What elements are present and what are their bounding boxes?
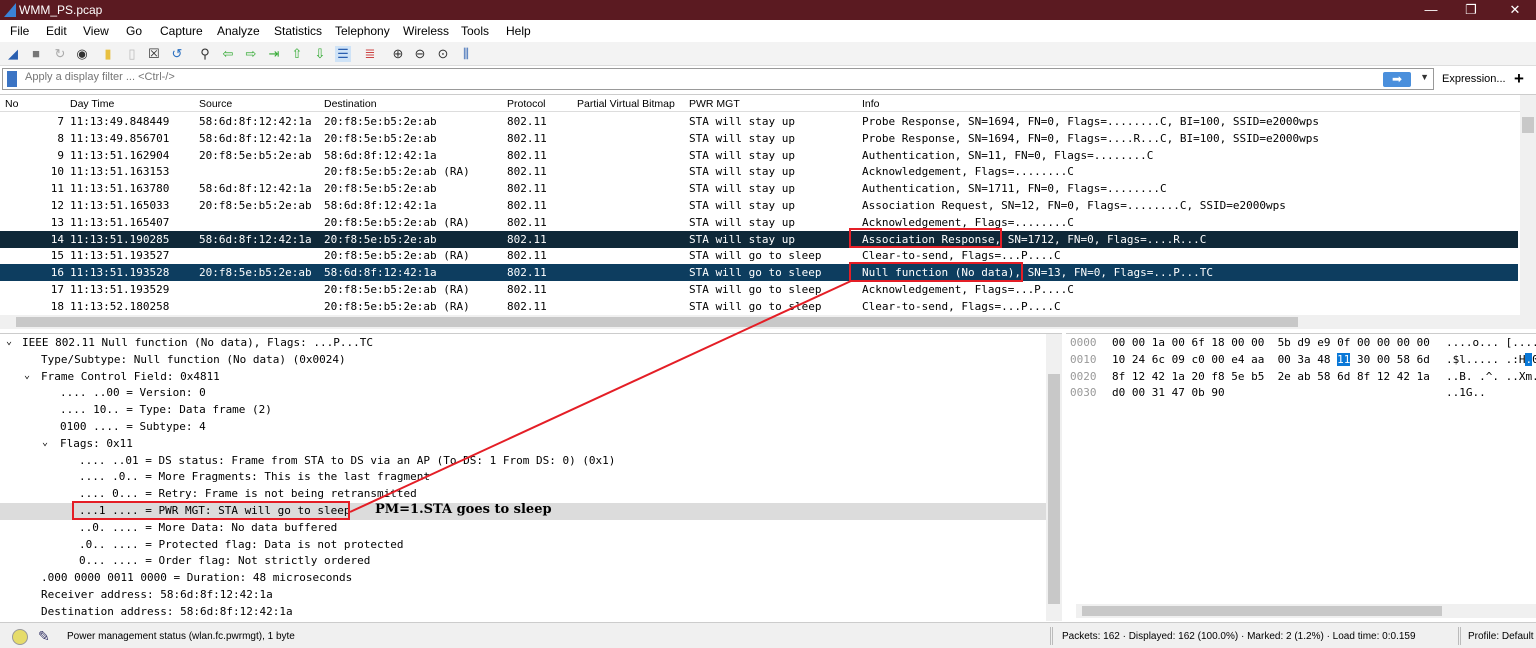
expert-info-icon[interactable] — [12, 629, 28, 645]
status-message: Power management status (wlan.fc.pwrmgt)… — [67, 631, 295, 642]
edit-comment-icon[interactable]: ✎ — [38, 628, 50, 645]
annotation-arrow — [349, 280, 852, 513]
packet-counts: Packets: 162 · Displayed: 162 (100.0%) ·… — [1062, 631, 1416, 642]
profile-selector[interactable]: Profile: Default — [1468, 631, 1534, 642]
status-bar: ✎ Power management status (wlan.fc.pwrmg… — [0, 622, 1536, 648]
annotation-label: PM=1.STA goes to sleep — [375, 502, 552, 517]
